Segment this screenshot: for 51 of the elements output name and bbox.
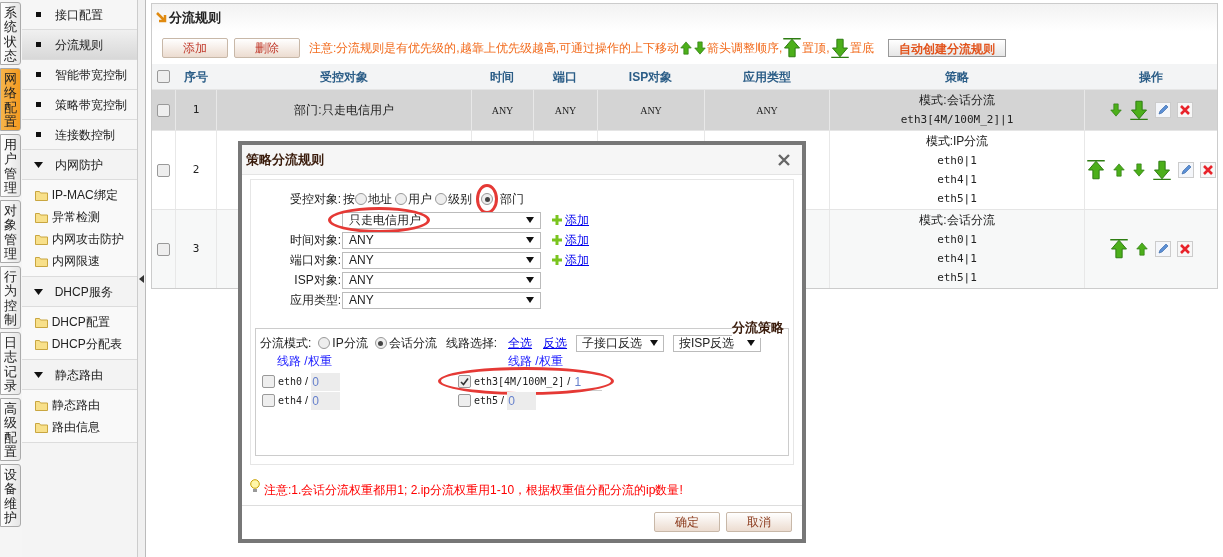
table-cell-text: 1 [192, 101, 200, 118]
field-label: 时间对象: [289, 233, 341, 247]
policy-line: 模式:IP分流 [925, 133, 989, 150]
notice-text: 置顶, [802, 39, 830, 57]
field-label: 端口对象: [289, 253, 341, 267]
policy-line: eth5|1 [937, 270, 977, 286]
table-cell-text: ANY [756, 103, 778, 118]
column-header: ISP对象 [627, 68, 674, 86]
line-name: eth5 [474, 394, 499, 408]
policy-line: 模式:会话分流 [919, 212, 995, 229]
table-cell-text: ANY [491, 103, 514, 118]
column-header: 时间 [489, 68, 515, 86]
option-prefix: 按 [343, 191, 355, 208]
section-legend: 分流策略 [732, 318, 784, 338]
notice-text: 注意:分流规则是有优先级的,越靠上优先级越高,可通过操作的上下移动 [309, 39, 679, 57]
separator-text: / [305, 393, 309, 409]
notice-text: 置底 [849, 39, 874, 57]
table-cell-text: ANY [554, 103, 577, 118]
policy-line: eth0|1 [937, 153, 977, 169]
policy-line: eth3[4M/100M_2]|1 [900, 112, 1014, 128]
table-cell-text: 3 [192, 240, 200, 257]
column-header: 应用类型 [741, 68, 792, 86]
note-text: 注意:1.会话分流权重都用1; 2.ip分流权重用1-10，根据权重值分配分流的ip数量! [264, 482, 683, 499]
table-cell-text: 部门:只走电信用户 [294, 102, 394, 119]
notice-text: 箭头调整顺序, [707, 39, 783, 57]
field-label: 受控对象: [288, 191, 341, 208]
line-name: eth4 [278, 394, 303, 408]
separator-text: / [567, 374, 571, 390]
column-header: 受控对象 [318, 68, 369, 86]
field-label: 应用类型: [289, 293, 341, 307]
column-header: 端口 [552, 68, 578, 86]
table-cell-text: ANY [640, 103, 662, 118]
column-label: 线路 /权重 [277, 354, 332, 368]
separator-text: / [501, 393, 505, 409]
policy-line: eth4|1 [937, 251, 977, 267]
policy-line: eth5|1 [937, 191, 977, 207]
column-label: 线路 /权重 [508, 354, 563, 368]
column-header: 操作 [1137, 68, 1164, 86]
policy-line: 模式:会话分流 [919, 92, 995, 109]
column-header: 策略 [943, 68, 970, 86]
line-name: eth0 [278, 375, 303, 389]
dialog-title: 策略分流规则 [246, 150, 324, 169]
policy-line: eth4|1 [937, 172, 977, 188]
separator-text: / [305, 374, 309, 390]
policy-line: eth0|1 [937, 232, 977, 248]
field-label: ISP对象: [294, 273, 341, 287]
column-header: 序号 [182, 68, 209, 86]
line-name: eth3[4M/100M_2] [474, 375, 565, 389]
field-label: 线路选择: [445, 335, 498, 352]
table-cell-text: 2 [192, 161, 200, 178]
field-label: 分流模式: [260, 335, 312, 352]
